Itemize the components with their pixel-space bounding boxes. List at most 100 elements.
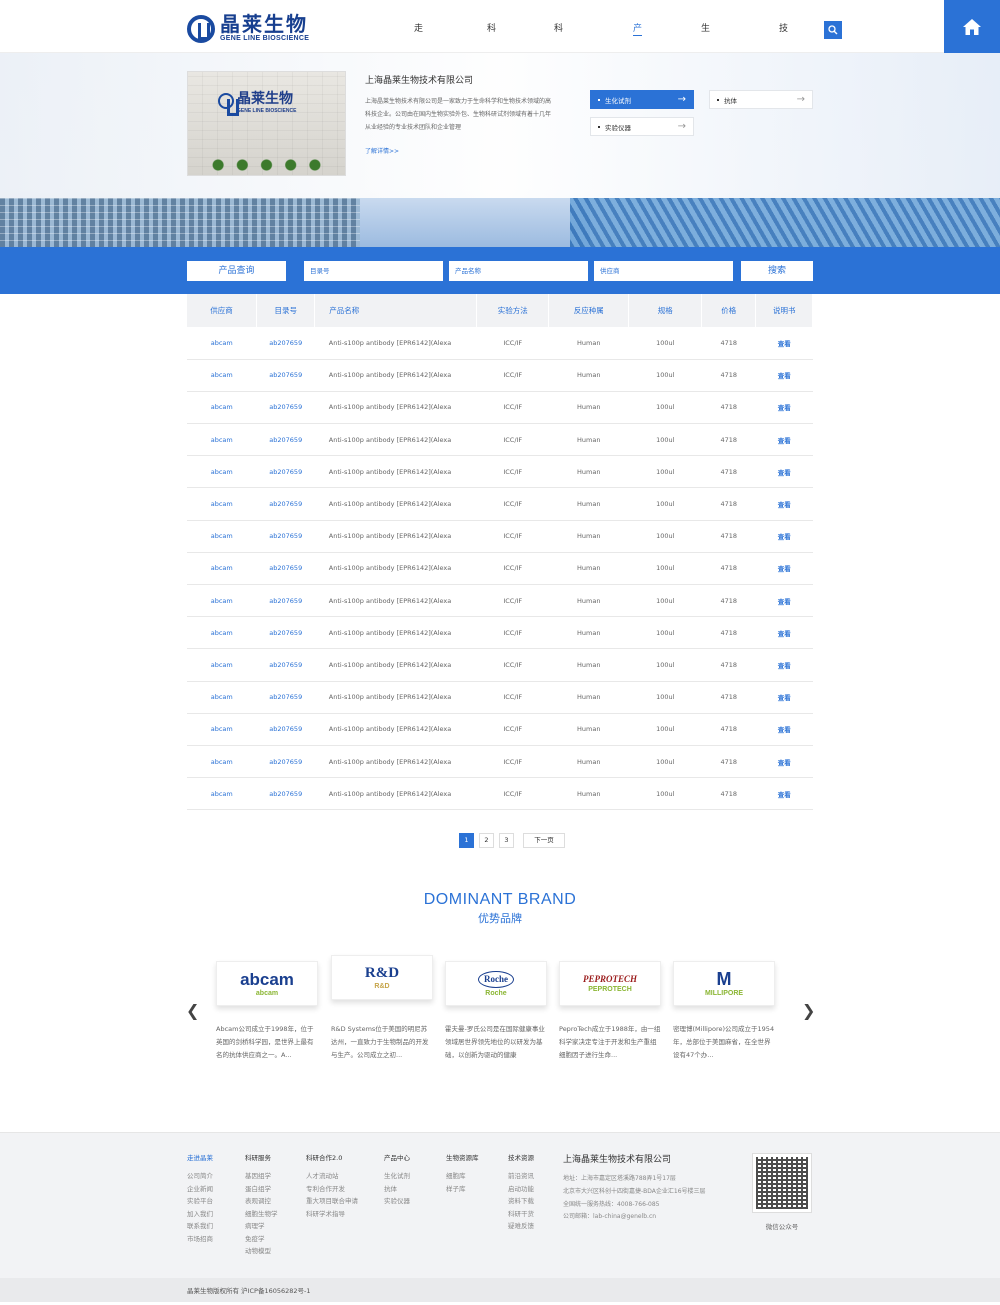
next-page-button[interactable]: 下一页 [523, 833, 565, 848]
cell-method: ICC/IF [476, 359, 549, 392]
table-row: abcam ab207659 Anti-s100p antibody [EPR614… [186, 423, 813, 457]
cell-method: ICC/IF [476, 552, 549, 586]
cell-spec: 100ul [628, 681, 702, 714]
cell-supplier[interactable]: abcam [186, 391, 257, 425]
home-button[interactable] [944, 0, 1000, 53]
cell-supplier[interactable]: abcam [186, 359, 257, 392]
cell-supplier[interactable]: abcam [186, 455, 257, 489]
carousel-next-icon[interactable]: ❯ [802, 1001, 815, 1021]
category-antibodies[interactable]: 抗体 → [709, 90, 813, 109]
cell-catalog[interactable]: ab207659 [256, 584, 315, 618]
brand-card-rnd[interactable]: R&D R&D R&D Systems位于美国的明尼苏达州，一直致力于生物制品的… [331, 955, 433, 1062]
table-row: abcam ab207659 Anti-s100p antibody [EPR614… [186, 777, 813, 811]
cell-manual-link[interactable]: 查看 [755, 391, 813, 425]
footer-email: 公司邮箱：lab-china@genelb.cn [563, 1213, 657, 1221]
cell-method: ICC/IF [476, 745, 549, 779]
cell-supplier[interactable]: abcam [186, 777, 257, 811]
cell-supplier[interactable]: abcam [186, 584, 257, 618]
carousel-prev-icon[interactable]: ❮ [186, 1001, 199, 1021]
cell-supplier[interactable]: abcam [186, 648, 257, 682]
copyright-bar: 晶莱生物版权所有 沪ICP备16056282号-1 [0, 1278, 1000, 1302]
brand-card-peprotech[interactable]: PEPROTECH PEPROTECH PeproTech成立于1988年，由一… [559, 961, 661, 1062]
cell-manual-link[interactable]: 查看 [755, 616, 813, 650]
cell-manual-link[interactable]: 查看 [755, 423, 813, 457]
search-button[interactable]: 搜索 [741, 261, 813, 281]
cell-product-name: Anti-s100p antibody [EPR6142](Alexa [314, 552, 477, 586]
cell-supplier[interactable]: abcam [186, 327, 257, 360]
cell-catalog[interactable]: ab207659 [256, 520, 315, 553]
cell-catalog[interactable]: ab207659 [256, 713, 315, 746]
cell-catalog[interactable]: ab207659 [256, 423, 315, 457]
cell-species: Human [548, 648, 629, 682]
nav-product-center[interactable]: 产品中心 [633, 0, 643, 208]
supplier-input[interactable] [594, 261, 733, 281]
nav-tech-resources[interactable]: 技术资源 [779, 0, 788, 208]
cell-manual-link[interactable]: 查看 [755, 487, 813, 521]
banner: 晶莱生物 GENE LINE BIOSCIENCE 上海晶莱生物技术有限公司 上… [0, 53, 1000, 247]
page-2[interactable]: 2 [479, 833, 494, 848]
site-logo[interactable]: 晶莱生物 GENE LINE BIOSCIENCE [187, 14, 309, 43]
category-lab-instruments[interactable]: 实验仪器 → [590, 117, 694, 136]
cell-supplier[interactable]: abcam [186, 681, 257, 714]
brand-title-cn: 优势品牌 [478, 912, 522, 925]
page-1[interactable]: 1 [459, 833, 474, 848]
pagination: 1 2 3 下一页 [459, 833, 565, 848]
brand-card-abcam[interactable]: abcam abcam Abcam公司成立于1998年，位于英国的剑桥科学园，是… [216, 961, 318, 1062]
cell-species: Human [548, 455, 629, 489]
cell-manual-link[interactable]: 查看 [755, 681, 813, 714]
cell-supplier[interactable]: abcam [186, 616, 257, 650]
cell-manual-link[interactable]: 查看 [755, 520, 813, 553]
nav-research-cooperation[interactable]: 科研合作2.0 [554, 0, 568, 266]
cell-manual-link[interactable]: 查看 [755, 648, 813, 682]
logo-mark-icon [187, 14, 215, 43]
cell-catalog[interactable]: ab207659 [256, 327, 315, 360]
cell-catalog[interactable]: ab207659 [256, 745, 315, 779]
cell-manual-link[interactable]: 查看 [755, 745, 813, 779]
table-row: abcam ab207659 Anti-s100p antibody [EPR614… [186, 713, 813, 746]
more-details-link[interactable]: 了解详情>> [365, 146, 555, 155]
header-search-button[interactable] [824, 21, 842, 39]
cell-method: ICC/IF [476, 713, 549, 746]
nav-about[interactable]: 走进晶莱 [414, 0, 423, 208]
brand-desc: R&D Systems位于美国的明尼苏达州，一直致力于生物制品的开发与生产。公司… [331, 1025, 429, 1059]
logo-cn: 晶莱生物 [220, 12, 308, 36]
cell-catalog[interactable]: ab207659 [256, 359, 315, 392]
cell-manual-link[interactable]: 查看 [755, 713, 813, 746]
cell-supplier[interactable]: abcam [186, 713, 257, 746]
site-header: 晶莱生物 GENE LINE BIOSCIENCE 走进晶莱 科研服务 科研合作… [0, 0, 1000, 266]
cell-catalog[interactable]: ab207659 [256, 552, 315, 586]
brand-logo-rnd: R&D R&D [331, 955, 433, 1000]
cell-supplier[interactable]: abcam [186, 423, 257, 457]
cell-supplier[interactable]: abcam [186, 552, 257, 586]
cell-catalog[interactable]: ab207659 [256, 487, 315, 521]
brand-card-millipore[interactable]: M MILLIPORE 密理博(Millipore)公司成立于1954年，总部位… [673, 961, 775, 1062]
cell-catalog[interactable]: ab207659 [256, 681, 315, 714]
cell-manual-link[interactable]: 查看 [755, 552, 813, 586]
cell-catalog[interactable]: ab207659 [256, 648, 315, 682]
cell-catalog[interactable]: ab207659 [256, 616, 315, 650]
cell-supplier[interactable]: abcam [186, 487, 257, 521]
cell-price: 4718 [701, 552, 756, 586]
cell-catalog[interactable]: ab207659 [256, 391, 315, 425]
cell-supplier[interactable]: abcam [186, 520, 257, 553]
brand-card-roche[interactable]: Roche Roche 霍夫曼-罗氏公司是在国际健康事业领域居世界领先地位的以研… [445, 961, 547, 1062]
cell-manual-link[interactable]: 查看 [755, 327, 813, 360]
cell-manual-link[interactable]: 查看 [755, 359, 813, 392]
photo-brand-cn: 晶莱生物 [237, 91, 293, 107]
cell-manual-link[interactable]: 查看 [755, 584, 813, 618]
category-biochemical-reagents[interactable]: 生化试剂 → [590, 90, 694, 109]
page-3[interactable]: 3 [499, 833, 514, 848]
cell-catalog[interactable]: ab207659 [256, 777, 315, 811]
cell-catalog[interactable]: ab207659 [256, 455, 315, 489]
nav-bio-resources[interactable]: 生物资源库 [701, 0, 710, 266]
catalog-number-input[interactable] [304, 261, 443, 281]
cell-manual-link[interactable]: 查看 [755, 455, 813, 489]
cell-method: ICC/IF [476, 391, 549, 425]
cell-manual-link[interactable]: 查看 [755, 777, 813, 811]
photo-logo-icon [218, 93, 239, 116]
nav-research-service[interactable]: 科研服务 [487, 0, 496, 208]
cell-method: ICC/IF [476, 455, 549, 489]
cell-supplier[interactable]: abcam [186, 745, 257, 779]
product-name-input[interactable] [449, 261, 588, 281]
cell-method: ICC/IF [476, 616, 549, 650]
